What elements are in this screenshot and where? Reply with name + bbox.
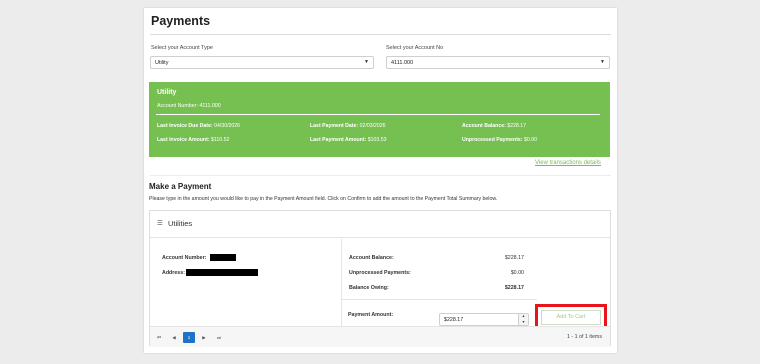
utilities-card: ☰ Utilities Account Number: Address: Acc… bbox=[149, 210, 611, 347]
page-title: Payments bbox=[151, 14, 211, 28]
payments-page: Payments Select your Account Type Utilit… bbox=[144, 8, 617, 353]
card-header: ☰ Utilities bbox=[150, 211, 610, 238]
due-date-label: Last Invoice Due Date: bbox=[157, 123, 213, 129]
payment-amount-label: Payment Amount: bbox=[348, 312, 394, 318]
account-no-label: Select your Account No bbox=[386, 45, 444, 51]
view-transactions-link[interactable]: View transactions details bbox=[535, 160, 601, 166]
inv-amt-value: $110.52 bbox=[211, 137, 230, 143]
card-balance-label: Account Balance: bbox=[349, 255, 394, 261]
divider bbox=[150, 175, 611, 176]
account-type-value: Utility bbox=[155, 60, 169, 66]
card-unproc-label: Unprocessed Payments: bbox=[349, 270, 411, 276]
summary-title: Utility bbox=[157, 89, 177, 96]
page-1-button[interactable]: 1 bbox=[183, 332, 195, 343]
summary-account-number: Account Number: 4111.000 bbox=[157, 103, 221, 109]
make-payment-heading: Make a Payment bbox=[149, 182, 212, 191]
column-divider bbox=[341, 239, 342, 299]
divider bbox=[150, 34, 611, 35]
unproc-label: Unprocessed Payments: bbox=[462, 137, 523, 143]
stepper-down-icon[interactable]: ▼ bbox=[519, 320, 528, 326]
payment-amount-input[interactable]: $228.17 ▲ ▼ bbox=[439, 313, 529, 326]
inv-amt-field: Last Invoice Amount: $110.52 bbox=[157, 137, 229, 143]
redacted-account-number bbox=[210, 254, 236, 261]
amount-stepper[interactable]: ▲ ▼ bbox=[518, 314, 528, 325]
account-no-select[interactable]: 4111.000 ▼ bbox=[386, 56, 610, 69]
row-divider bbox=[341, 299, 537, 300]
first-page-button[interactable]: ⏮ bbox=[153, 332, 165, 343]
pay-amt-label: Last Payment Amount: bbox=[310, 137, 367, 143]
payment-amount-value: $228.17 bbox=[444, 317, 464, 323]
make-payment-instructions: Please type in the amount you would like… bbox=[149, 196, 498, 202]
redacted-address bbox=[186, 269, 258, 276]
due-date-field: Last Invoice Due Date: 04/30/2026 bbox=[157, 123, 240, 129]
card-unproc-value: $0.00 bbox=[510, 270, 524, 276]
pay-amt-field: Last Payment Amount: $103.53 bbox=[310, 137, 387, 143]
add-to-cart-button[interactable]: Add To Cart bbox=[541, 310, 601, 325]
caret-down-icon: ▼ bbox=[364, 59, 369, 65]
card-title: Utilities bbox=[168, 219, 193, 228]
unproc-field: Unprocessed Payments: $0.00 bbox=[462, 137, 537, 143]
pager: ⏮ ◀ 1 ▶ ⏭ 1 - 1 of 1 items bbox=[150, 326, 610, 347]
unproc-value: $0.00 bbox=[524, 137, 537, 143]
card-balance-value: $228.17 bbox=[504, 255, 524, 261]
last-page-button[interactable]: ⏭ bbox=[213, 332, 225, 343]
account-summary-panel: Utility Account Number: 4111.000 Last In… bbox=[149, 82, 610, 157]
balance-label: Account Balance: bbox=[462, 123, 506, 129]
balance-owing-label: Balance Owing: bbox=[349, 285, 389, 291]
balance-field: Account Balance: $228.17 bbox=[462, 123, 526, 129]
caret-down-icon: ▼ bbox=[600, 59, 605, 65]
list-icon: ☰ bbox=[157, 220, 163, 227]
address-label: Address: bbox=[162, 270, 185, 276]
balance-owing-value: $228.17 bbox=[504, 285, 524, 291]
column-divider bbox=[341, 299, 342, 326]
next-page-button[interactable]: ▶ bbox=[198, 332, 210, 343]
pay-date-label: Last Payment Date: bbox=[310, 123, 359, 129]
pay-date-value: 02/03/2026 bbox=[359, 123, 386, 129]
inv-amt-label: Last Invoice Amount: bbox=[157, 137, 210, 143]
account-number-label: Account Number: bbox=[162, 255, 207, 261]
pager-info: 1 - 1 of 1 items bbox=[566, 334, 602, 340]
pay-date-field: Last Payment Date: 02/03/2026 bbox=[310, 123, 386, 129]
account-no-value: 4111.000 bbox=[391, 60, 414, 66]
balance-value: $228.17 bbox=[507, 123, 527, 129]
pay-amt-value: $103.53 bbox=[367, 137, 387, 143]
summary-divider bbox=[156, 114, 600, 115]
account-type-label: Select your Account Type bbox=[151, 45, 213, 51]
account-type-select[interactable]: Utility ▼ bbox=[150, 56, 374, 69]
prev-page-button[interactable]: ◀ bbox=[168, 332, 180, 343]
due-date-value: 04/30/2026 bbox=[214, 123, 241, 129]
